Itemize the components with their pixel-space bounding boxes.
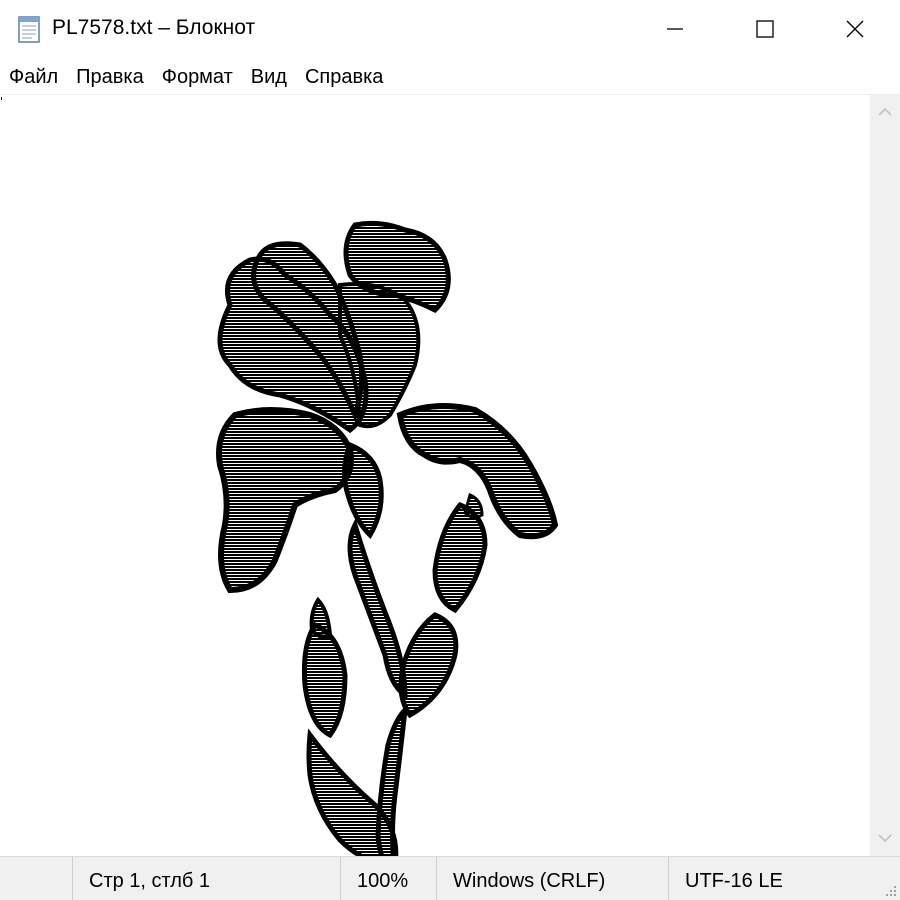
text-editor[interactable] [0,94,870,900]
scroll-down-button[interactable] [870,820,900,856]
resize-grip-icon[interactable] [882,882,898,898]
chevron-up-icon [878,107,892,116]
minimize-icon [667,28,683,30]
maximize-button[interactable] [720,0,810,58]
status-bar: Стр 1, стлб 1 100% Windows (CRLF) UTF-16… [0,856,900,900]
status-line-endings: Windows (CRLF) [436,857,668,900]
notepad-icon [18,16,40,43]
status-zoom: 100% [340,857,436,900]
vertical-scrollbar[interactable] [870,94,900,856]
text-caret [1,97,2,100]
menu-view[interactable]: Вид [242,58,296,94]
menu-format[interactable]: Формат [153,58,242,94]
menu-bar: Файл Правка Формат Вид Справка [0,58,900,94]
status-empty-segment [0,857,72,900]
status-encoding: UTF-16 LE [668,857,900,900]
iris-flower-art [216,220,559,900]
chevron-down-icon [878,834,892,843]
minimize-button[interactable] [630,0,720,58]
maximize-icon [756,20,774,38]
status-cursor-position: Стр 1, стлб 1 [72,857,340,900]
menu-file[interactable]: Файл [0,58,67,94]
close-icon [846,20,864,38]
notepad-window: PL7578.txt – Блокнот Файл Правка Формат … [0,0,900,900]
menu-edit[interactable]: Правка [67,58,153,94]
window-title: PL7578.txt – Блокнот [52,16,256,39]
scroll-up-button[interactable] [870,94,900,130]
title-bar[interactable]: PL7578.txt – Блокнот [0,0,900,58]
close-button[interactable] [810,0,900,58]
menu-help[interactable]: Справка [296,58,392,94]
